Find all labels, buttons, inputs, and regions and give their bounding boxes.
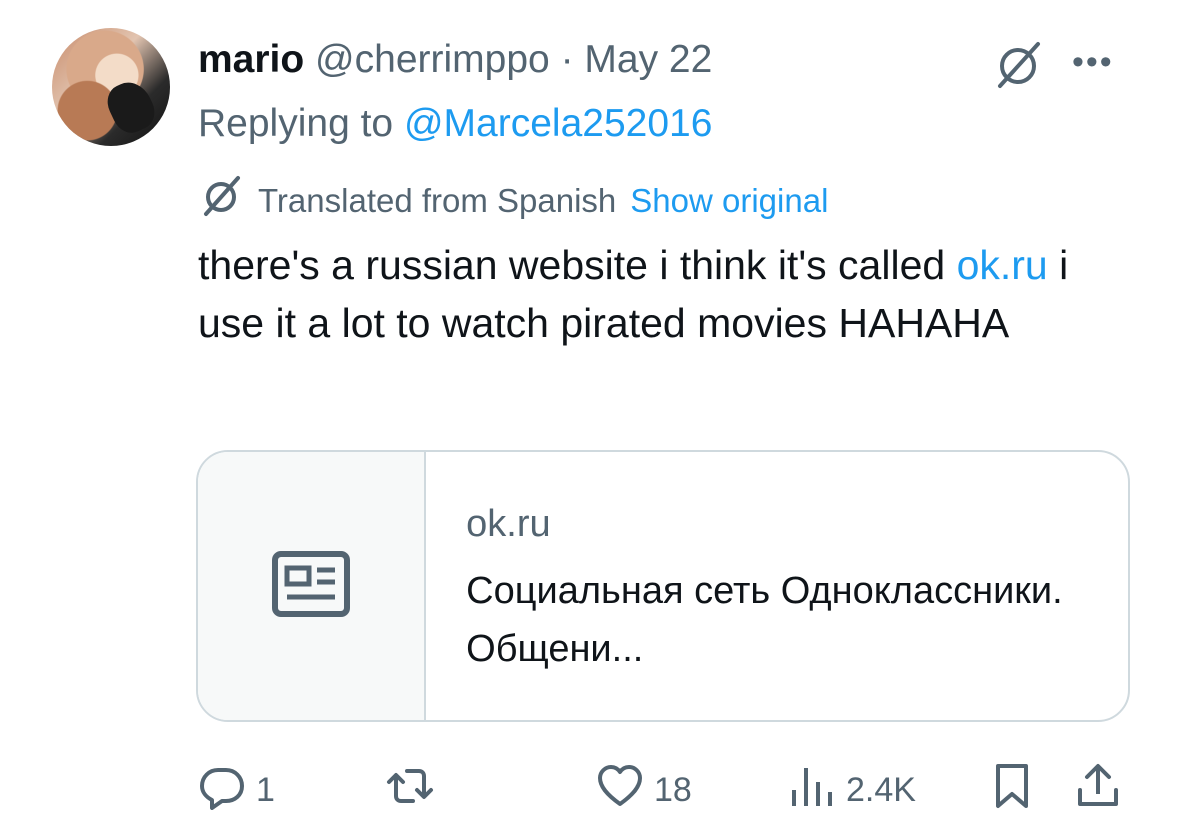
reply-context: Replying to @Marcela252016	[198, 98, 712, 150]
like-icon	[596, 762, 644, 819]
translate-icon	[198, 172, 244, 229]
card-thumbnail	[198, 452, 427, 720]
avatar[interactable]	[52, 28, 170, 146]
reply-icon	[198, 762, 246, 819]
card-title: Социальная сеть Одноклассники. Общени...	[466, 570, 1063, 670]
tweet-text: there's a russian website i think it's c…	[198, 236, 1118, 352]
reply-button[interactable]: 1	[198, 762, 275, 819]
views-icon	[788, 762, 836, 819]
separator: ·	[560, 38, 574, 81]
share-button[interactable]	[1074, 762, 1122, 819]
more-icon[interactable]: •••	[1072, 42, 1128, 82]
author-handle[interactable]: @cherrimppo	[315, 38, 550, 81]
retweet-icon	[386, 762, 434, 819]
tweet-date[interactable]: May 22	[584, 38, 712, 81]
translation-notice: Translated from Spanish Show original	[198, 172, 828, 229]
article-icon	[271, 550, 351, 623]
tweet-header: mario @cherrimppo · May 22	[198, 34, 712, 86]
show-original-link[interactable]: Show original	[630, 179, 828, 223]
tweet-text-before: there's a russian website i think it's c…	[198, 242, 946, 288]
avatar-hair	[52, 28, 170, 146]
bookmark-icon	[988, 762, 1036, 819]
grok-icon[interactable]	[990, 36, 1046, 92]
bookmark-button[interactable]	[988, 762, 1036, 819]
reply-count: 1	[256, 771, 275, 809]
share-icon	[1074, 762, 1122, 819]
views-button[interactable]: 2.4K	[788, 762, 916, 819]
reply-to-link[interactable]: @Marcela252016	[404, 102, 712, 145]
tweet-link[interactable]: ok.ru	[957, 242, 1048, 288]
views-count: 2.4K	[846, 771, 916, 809]
translated-label: Translated from Spanish	[258, 181, 617, 219]
reply-prefix: Replying to	[198, 102, 394, 145]
action-bar: 1 18 2.4K	[0, 758, 1179, 818]
author-name[interactable]: mario	[198, 38, 304, 81]
like-count: 18	[654, 771, 692, 809]
card-body: ok.ru Социальная сеть Одноклассники. Общ…	[426, 452, 1128, 720]
retweet-button[interactable]	[386, 762, 434, 819]
link-card[interactable]: ok.ru Социальная сеть Одноклассники. Общ…	[196, 450, 1130, 722]
like-button[interactable]: 18	[596, 762, 692, 819]
card-domain: ok.ru	[466, 503, 551, 545]
